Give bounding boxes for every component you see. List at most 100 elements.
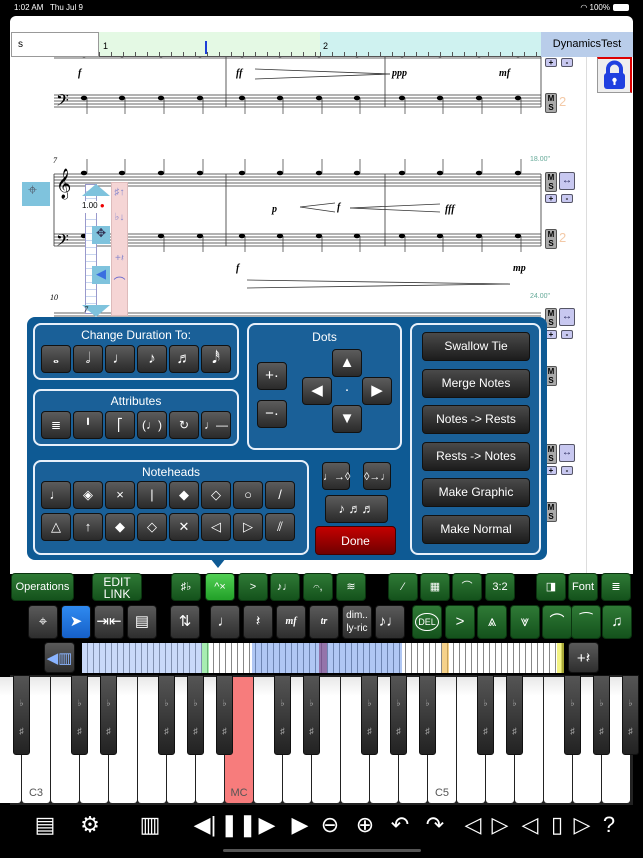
attribute-button[interactable]: ≣ bbox=[41, 411, 71, 439]
dot-down-button[interactable]: ▼ bbox=[332, 405, 362, 433]
note-head[interactable] bbox=[353, 95, 361, 101]
note-head[interactable] bbox=[118, 95, 126, 101]
grace-tool[interactable]: ♪♩ bbox=[375, 605, 405, 639]
note-head[interactable] bbox=[398, 170, 406, 176]
notehead-button[interactable]: / bbox=[265, 481, 295, 509]
attribute-button[interactable]: ↻ bbox=[169, 411, 199, 439]
lower-button[interactable]: ⩔ bbox=[510, 605, 540, 639]
notehead-button[interactable]: ◁ bbox=[201, 513, 231, 541]
zoom-out-icon[interactable]: ⊖ bbox=[315, 812, 345, 838]
operations-button[interactable]: Operations bbox=[11, 573, 74, 601]
note-head[interactable] bbox=[118, 170, 126, 176]
piano-key-black[interactable]: ♭ ♯ bbox=[564, 675, 581, 755]
notehead-button[interactable]: ◈ bbox=[73, 481, 103, 509]
slur-button[interactable]: ⌒ bbox=[542, 605, 572, 639]
zoom-in-icon[interactable]: ⊕ bbox=[350, 812, 380, 838]
fermata-palette-button[interactable]: 𝄐, bbox=[303, 573, 333, 601]
raise-button[interactable]: ⩓ bbox=[477, 605, 507, 639]
dot-left-button[interactable]: ◀ bbox=[302, 377, 332, 405]
dynamic-marking[interactable]: f bbox=[78, 68, 81, 79]
note-entry-tool[interactable]: ♩ bbox=[210, 605, 240, 639]
join-note-button[interactable]: ◊→♩ bbox=[363, 462, 391, 490]
pitch-up-arrow-icon[interactable] bbox=[82, 184, 110, 196]
piano-key-black[interactable]: ♭ ♯ bbox=[593, 675, 610, 755]
beam-notes-button[interactable]: ♪ ♬♬ bbox=[325, 495, 388, 523]
note-head[interactable] bbox=[315, 170, 323, 176]
pause-icon[interactable]: ❚❚ bbox=[220, 812, 257, 838]
volume-icon[interactable]: ◀| bbox=[190, 812, 220, 838]
piano-key-black[interactable]: ♭ ♯ bbox=[13, 675, 30, 755]
arrow-left-icon[interactable]: ◀ bbox=[92, 266, 110, 284]
expand-width-button[interactable]: ↔ bbox=[559, 308, 575, 326]
note-head[interactable] bbox=[238, 170, 246, 176]
mute-solo-button[interactable]: MS bbox=[545, 229, 557, 249]
attribute-button[interactable]: (♩) bbox=[137, 411, 167, 439]
split-note-button[interactable]: ♩→◊ bbox=[322, 462, 350, 490]
accents-palette-button[interactable]: > bbox=[238, 573, 268, 601]
undo-icon[interactable]: ↶ bbox=[385, 812, 415, 838]
note-head[interactable] bbox=[514, 170, 522, 176]
insert-left-icon[interactable]: ◁ bbox=[458, 812, 488, 838]
document-title[interactable]: DynamicsTest bbox=[541, 32, 633, 57]
add-staff-button[interactable]: + bbox=[545, 58, 557, 67]
duration-button[interactable]: 𝅘𝅥𝅰 bbox=[201, 345, 231, 373]
tuplet-palette-button[interactable]: 3:2 bbox=[485, 573, 515, 601]
note-head[interactable] bbox=[80, 95, 88, 101]
dynamic-marking[interactable]: mp bbox=[513, 263, 526, 274]
note-head[interactable] bbox=[196, 170, 204, 176]
insert-right-icon[interactable]: ▷ bbox=[485, 812, 515, 838]
accent-button[interactable]: > bbox=[445, 605, 475, 639]
note-head[interactable] bbox=[475, 170, 483, 176]
dynamics-tool[interactable]: mf bbox=[276, 605, 306, 639]
duration-button[interactable]: ♪ bbox=[137, 345, 167, 373]
layout-palette-button[interactable]: ≣ bbox=[601, 573, 631, 601]
note-head[interactable] bbox=[196, 233, 204, 239]
beam-button[interactable]: ♫ bbox=[602, 605, 632, 639]
notehead-button[interactable]: ◇ bbox=[137, 513, 167, 541]
action-button-make-graphic[interactable]: Make Graphic bbox=[422, 478, 530, 507]
attribute-button[interactable]: ♩— bbox=[201, 411, 231, 439]
rest-entry-tool[interactable]: 𝄽 bbox=[243, 605, 273, 639]
play-from-cursor-icon[interactable]: ▶ bbox=[285, 812, 315, 838]
remove-staff-button[interactable]: - bbox=[561, 58, 573, 67]
notehead-button[interactable]: ◆ bbox=[169, 481, 199, 509]
edit-link-button[interactable]: EDIT LINK bbox=[92, 573, 142, 601]
dynamic-marking[interactable]: f bbox=[236, 263, 239, 274]
piano-key-black[interactable]: ♭ ♯ bbox=[158, 675, 175, 755]
remove-dot-button[interactable]: −· bbox=[257, 400, 287, 428]
attribute-button[interactable]: ⎡ bbox=[105, 411, 135, 439]
notehead-button[interactable]: ⫽ bbox=[265, 513, 295, 541]
notehead-button[interactable]: ♩ bbox=[41, 481, 71, 509]
grace-notes-palette-button[interactable]: ♪♩ bbox=[270, 573, 300, 601]
notehead-button[interactable]: ◆ bbox=[105, 513, 135, 541]
target-tool-button[interactable]: ⌖ bbox=[22, 182, 50, 206]
document-icon[interactable]: ▤ bbox=[30, 812, 60, 838]
note-head[interactable] bbox=[353, 170, 361, 176]
delete-button[interactable]: DEL bbox=[412, 605, 442, 639]
note-head[interactable] bbox=[315, 233, 323, 239]
note-head[interactable] bbox=[475, 95, 483, 101]
layout-grid-tool[interactable]: ▤ bbox=[127, 605, 157, 639]
piano-key-black[interactable]: ♭ ♯ bbox=[274, 675, 291, 755]
duration-button[interactable]: ♩ bbox=[105, 345, 135, 373]
note-head[interactable] bbox=[196, 95, 204, 101]
dynamic-marking[interactable]: ppp bbox=[392, 68, 407, 79]
notehead-button[interactable]: | bbox=[137, 481, 167, 509]
next-page-icon[interactable]: ▷ bbox=[567, 812, 597, 838]
note-head[interactable] bbox=[475, 233, 483, 239]
piano-key-black[interactable]: ♭ ♯ bbox=[477, 675, 494, 755]
keyboard-overview-slider[interactable] bbox=[82, 643, 564, 673]
lyric-tool[interactable]: dim.. ly-ric bbox=[342, 605, 372, 639]
note-head[interactable] bbox=[398, 233, 406, 239]
graphics-palette-button[interactable]: ◨ bbox=[536, 573, 566, 601]
note-head[interactable] bbox=[436, 95, 444, 101]
expand-width-button[interactable]: ↔ bbox=[559, 444, 575, 462]
notehead-button[interactable]: ↑ bbox=[73, 513, 103, 541]
font-palette-button[interactable]: Font bbox=[568, 573, 598, 601]
note-head[interactable] bbox=[514, 95, 522, 101]
noteheads-palette-button[interactable]: ^× bbox=[205, 573, 235, 601]
dynamic-marking[interactable]: f bbox=[337, 202, 340, 213]
dynamic-marking[interactable]: fff bbox=[445, 204, 455, 215]
move-icon[interactable]: ✥ bbox=[92, 226, 110, 244]
piano-key-black[interactable]: ♭ ♯ bbox=[71, 675, 88, 755]
